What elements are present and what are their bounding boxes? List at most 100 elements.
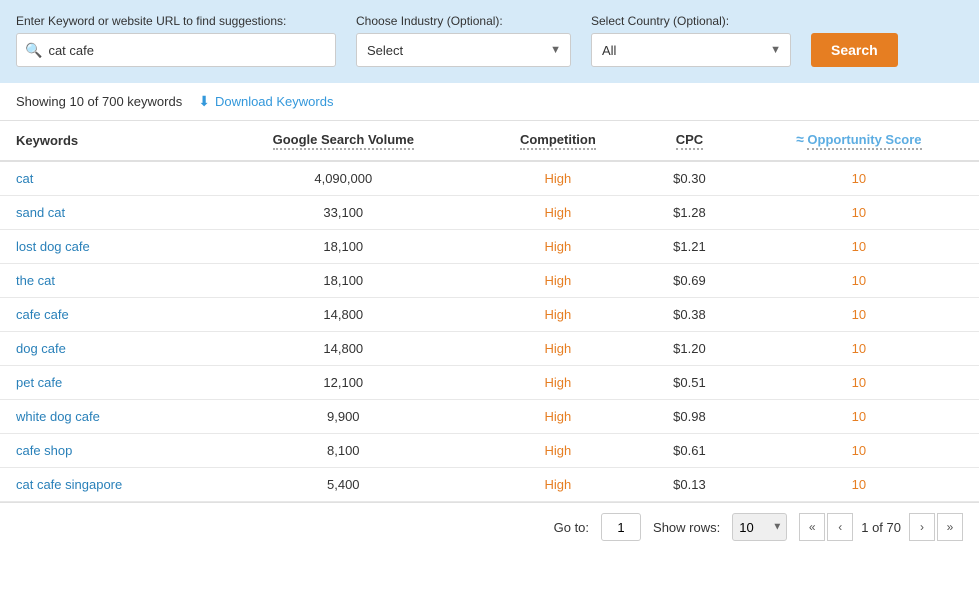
cpc-cell: $0.38 [640,298,739,332]
volume-cell: 4,090,000 [211,161,476,196]
score-cell: 10 [739,366,979,400]
download-keywords-link[interactable]: ⬇ Download Keywords [198,93,333,110]
volume-cell: 18,100 [211,264,476,298]
table-row: pet cafe 12,100 High $0.51 10 [0,366,979,400]
table-header-row: Keywords Google Search Volume Competitio… [0,121,979,161]
table-row: white dog cafe 9,900 High $0.98 10 [0,400,979,434]
competition-cell: High [476,468,641,502]
competition-cell: High [476,332,641,366]
industry-field-group: Choose Industry (Optional): Select ▼ [356,14,571,67]
keywords-table-container: Keywords Google Search Volume Competitio… [0,121,979,502]
table-row: cat cafe singapore 5,400 High $0.13 10 [0,468,979,502]
col-competition: Competition [476,121,641,161]
download-icon: ⬇ [198,93,210,110]
score-cell: 10 [739,161,979,196]
cpc-cell: $0.13 [640,468,739,502]
competition-cell: High [476,264,641,298]
keyword-cell: dog cafe [0,332,211,366]
cpc-cell: $1.20 [640,332,739,366]
country-select[interactable]: All [591,33,791,67]
competition-cell: High [476,298,641,332]
first-page-button[interactable]: « [799,513,825,541]
country-select-wrapper: All ▼ [591,33,791,67]
table-row: sand cat 33,100 High $1.28 10 [0,196,979,230]
table-row: dog cafe 14,800 High $1.20 10 [0,332,979,366]
prev-page-button[interactable]: ‹ [827,513,853,541]
wave-icon: ≈ [796,131,804,147]
rows-select-wrapper: 10 25 50 100 ▼ [732,513,787,541]
country-label: Select Country (Optional): [591,14,791,28]
cpc-cell: $1.28 [640,196,739,230]
next-page-button[interactable]: › [909,513,935,541]
score-cell: 10 [739,264,979,298]
page-info: 1 of 70 [855,520,907,535]
country-field-group: Select Country (Optional): All ▼ [591,14,791,67]
score-cell: 10 [739,230,979,264]
keyword-cell: cat [0,161,211,196]
competition-cell: High [476,196,641,230]
score-cell: 10 [739,298,979,332]
keyword-cell: cat cafe singapore [0,468,211,502]
keyword-cell: pet cafe [0,366,211,400]
col-cpc: CPC [640,121,739,161]
keyword-input[interactable] [48,43,327,58]
last-page-button[interactable]: » [937,513,963,541]
table-row: the cat 18,100 High $0.69 10 [0,264,979,298]
cpc-cell: $0.69 [640,264,739,298]
col-keywords: Keywords [0,121,211,161]
volume-cell: 9,900 [211,400,476,434]
col-volume: Google Search Volume [211,121,476,161]
volume-cell: 14,800 [211,298,476,332]
table-row: cafe shop 8,100 High $0.61 10 [0,434,979,468]
keyword-input-wrapper: 🔍 [16,33,336,67]
score-cell: 10 [739,434,979,468]
keyword-cell: lost dog cafe [0,230,211,264]
volume-cell: 8,100 [211,434,476,468]
goto-label: Go to: [554,520,589,535]
volume-cell: 18,100 [211,230,476,264]
goto-input[interactable] [601,513,641,541]
cpc-cell: $0.98 [640,400,739,434]
keywords-table: Keywords Google Search Volume Competitio… [0,121,979,502]
cpc-cell: $0.30 [640,161,739,196]
col-opportunity: ≈ Opportunity Score [739,121,979,161]
competition-cell: High [476,366,641,400]
keyword-cell: cafe shop [0,434,211,468]
search-button[interactable]: Search [811,33,898,67]
score-cell: 10 [739,196,979,230]
cpc-cell: $0.51 [640,366,739,400]
competition-cell: High [476,161,641,196]
cpc-cell: $1.21 [640,230,739,264]
volume-cell: 14,800 [211,332,476,366]
competition-cell: High [476,400,641,434]
keyword-field-group: Enter Keyword or website URL to find sug… [16,14,336,67]
keyword-label: Enter Keyword or website URL to find sug… [16,14,336,28]
table-body: cat 4,090,000 High $0.30 10 sand cat 33,… [0,161,979,502]
competition-cell: High [476,434,641,468]
cpc-cell: $0.61 [640,434,739,468]
page-navigation: « ‹ 1 of 70 › » [799,513,963,541]
pagination-bar: Go to: Show rows: 10 25 50 100 ▼ « ‹ 1 o… [0,502,979,551]
rows-label: Show rows: [653,520,720,535]
download-label: Download Keywords [215,94,334,109]
sub-header: Showing 10 of 700 keywords ⬇ Download Ke… [0,83,979,121]
industry-select-wrapper: Select ▼ [356,33,571,67]
rows-select[interactable]: 10 25 50 100 [732,513,787,541]
keyword-cell: the cat [0,264,211,298]
table-row: lost dog cafe 18,100 High $1.21 10 [0,230,979,264]
industry-select[interactable]: Select [356,33,571,67]
keyword-cell: cafe cafe [0,298,211,332]
search-icon: 🔍 [25,42,42,59]
volume-cell: 12,100 [211,366,476,400]
keyword-cell: sand cat [0,196,211,230]
table-row: cafe cafe 14,800 High $0.38 10 [0,298,979,332]
industry-label: Choose Industry (Optional): [356,14,571,28]
score-cell: 10 [739,332,979,366]
keyword-cell: white dog cafe [0,400,211,434]
competition-cell: High [476,230,641,264]
table-row: cat 4,090,000 High $0.30 10 [0,161,979,196]
score-cell: 10 [739,468,979,502]
top-bar: Enter Keyword or website URL to find sug… [0,0,979,83]
showing-text: Showing 10 of 700 keywords [16,94,182,109]
volume-cell: 33,100 [211,196,476,230]
